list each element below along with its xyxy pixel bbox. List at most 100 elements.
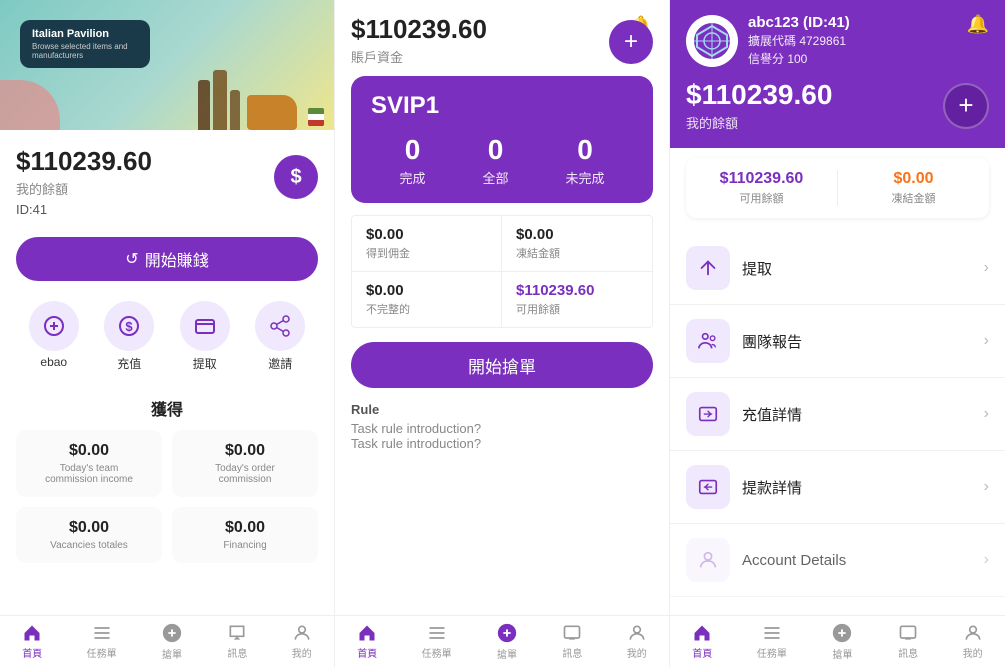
italian-pavilion-card: Italian Pavilion Browse selected items a… — [20, 20, 150, 68]
earn-order-desc: Today's order commission — [184, 463, 306, 485]
right-user-icon — [963, 623, 983, 643]
right-grab-icon — [831, 622, 853, 644]
withdraw-menu-arrow: › — [984, 259, 989, 277]
right-menu-recharge-detail[interactable]: 充值詳情 › — [670, 378, 1005, 451]
topup-label: 充值 — [117, 355, 141, 372]
start-earn-button[interactable]: ↺ 開始賺錢 — [16, 237, 318, 281]
card-icon — [193, 314, 217, 338]
account-details-menu-label: Account Details — [742, 552, 984, 569]
mid-nav-msg[interactable]: 訊息 — [562, 623, 582, 660]
left-nav-tasks[interactable]: 任務單 — [87, 623, 117, 660]
earn-vacancies-desc: Vacancies totales — [28, 540, 150, 551]
right-nav-profile[interactable]: 我的 — [963, 623, 983, 660]
right-balance-cards: $110239.60 可用餘額 $0.00 凍結金額 — [686, 158, 989, 218]
mid-plus-button[interactable]: + — [609, 20, 653, 64]
right-balance-label: 我的餘額 — [686, 113, 832, 132]
account-details-menu-arrow: › — [984, 551, 989, 569]
right-nav-tasks[interactable]: 任務單 — [757, 623, 787, 660]
right-frozen-amount: $0.00 — [838, 170, 989, 188]
svip-complete-num: 0 — [399, 134, 425, 166]
left-dollar-button[interactable]: $ — [274, 155, 318, 199]
mid-balance-group: $110239.60 賬戶資金 — [351, 14, 487, 66]
ebao-icon-circle — [29, 301, 79, 351]
right-menu-team-report[interactable]: 團隊報告 › — [670, 305, 1005, 378]
left-icon-ebao[interactable]: ebao — [29, 301, 79, 372]
right-available-amount: $110239.60 — [686, 170, 837, 188]
svip-complete-label: 完成 — [399, 168, 425, 187]
withdraw-detail-menu-arrow: › — [984, 478, 989, 496]
right-nav-home[interactable]: 首頁 — [692, 623, 712, 660]
rule-title: Rule — [351, 402, 653, 417]
mid-nav-tasks[interactable]: 任務單 — [422, 623, 452, 660]
banner-card-title: Italian Pavilion — [32, 28, 138, 40]
left-balance: $110239.60 — [16, 146, 318, 177]
withdraw-detail-icon — [697, 476, 719, 498]
banner-card-sub: Browse selected items and manufacturers — [32, 42, 138, 60]
mid-plus-icon: + — [624, 28, 638, 56]
svip-stat-all: 0 全部 — [482, 134, 508, 187]
user-icon — [292, 623, 312, 643]
svip-stat-complete: 0 完成 — [399, 134, 425, 187]
left-nav-msg[interactable]: 訊息 — [227, 623, 247, 660]
right-balance-row: $110239.60 我的餘額 + — [686, 79, 989, 132]
right-plus-button[interactable]: + — [943, 83, 989, 129]
right-nav-grab[interactable]: 搶單 — [831, 622, 853, 661]
mid-nav-profile[interactable]: 我的 — [627, 623, 647, 660]
right-username: abc123 (ID:41) — [748, 14, 989, 31]
earn-vacancies-amount: $0.00 — [28, 519, 150, 537]
mid-nav-grab[interactable]: 搶單 — [496, 622, 518, 661]
mid-nav-home[interactable]: 首頁 — [357, 623, 377, 660]
right-available-label: 可用餘額 — [686, 190, 837, 206]
withdraw-detail-menu-label: 提款詳情 — [742, 477, 984, 498]
account-details-menu-icon — [686, 538, 730, 582]
left-icon-withdraw[interactable]: 提取 — [180, 301, 230, 372]
share-icon — [268, 314, 292, 338]
right-menu-withdraw[interactable]: 提取 › — [670, 232, 1005, 305]
left-icon-invite[interactable]: 邀請 — [255, 301, 305, 372]
mid-balance-label: 賬戶資金 — [351, 47, 487, 66]
available-amount: $110239.60 — [516, 282, 638, 299]
commission-amount: $0.00 — [366, 226, 487, 243]
right-user-row: abc123 (ID:41) 擴展代碼 4729861 信譽分 100 — [686, 14, 989, 67]
svip-card: SVIP1 0 完成 0 全部 0 未完成 — [351, 76, 653, 203]
right-user-info: abc123 (ID:41) 擴展代碼 4729861 信譽分 100 — [748, 14, 989, 67]
left-nav-home[interactable]: 首頁 — [22, 623, 42, 660]
left-nav-grab[interactable]: 搶單 — [161, 622, 183, 661]
left-user-id: ID:41 — [16, 202, 318, 217]
ebao-label: ebao — [40, 355, 67, 369]
recharge-detail-menu-icon — [686, 392, 730, 436]
svg-text:$: $ — [126, 319, 134, 334]
left-icon-row: ebao $ 充值 提取 — [0, 293, 334, 388]
mid-user-icon — [627, 623, 647, 643]
earn-cards-row2: $0.00 Vacancies totales $0.00 Financing — [16, 507, 318, 563]
topup-icon-circle: $ — [104, 301, 154, 351]
mid-info-incomplete: $0.00 不完整的 — [352, 272, 502, 327]
withdraw-menu-label: 提取 — [742, 258, 984, 279]
grab-order-button[interactable]: 開始搶單 — [351, 342, 653, 388]
avatar-icon — [692, 21, 732, 61]
earn-title: 獲得 — [16, 396, 318, 420]
grab-icon — [161, 622, 183, 644]
earn-financing-desc: Financing — [184, 540, 306, 551]
right-nav-msg[interactable]: 訊息 — [898, 623, 918, 660]
earn-card-team: $0.00 Today's team commission income — [16, 430, 162, 497]
frozen-label: 凍結金額 — [516, 245, 638, 261]
home-icon — [22, 623, 42, 643]
right-menu-account-details[interactable]: Account Details › — [670, 524, 1005, 597]
start-earn-icon: ↺ — [125, 249, 138, 269]
svip-stats: 0 完成 0 全部 0 未完成 — [371, 134, 633, 187]
right-panel: 🔔 abc123 (ID:41) 擴展代碼 4729861 信譽分 100 — [670, 0, 1005, 667]
right-frozen-item: $0.00 凍結金額 — [838, 170, 989, 206]
right-menu-list: 提取 › 團隊報告 › 充值詳情 — [670, 228, 1005, 601]
right-menu-withdraw-detail[interactable]: 提款詳情 › — [670, 451, 1005, 524]
earn-card-vacancies: $0.00 Vacancies totales — [16, 507, 162, 563]
dollar-icon: $ — [290, 166, 301, 189]
earn-card-financing: $0.00 Financing — [172, 507, 318, 563]
left-bottom-nav: 首頁 任務單 搶單 訊息 我的 — [0, 615, 334, 667]
ebao-icon — [42, 314, 66, 338]
commission-label: 得到佣金 — [366, 245, 487, 261]
left-nav-profile[interactable]: 我的 — [292, 623, 312, 660]
withdraw-icon-circle — [180, 301, 230, 351]
team-report-menu-label: 團隊報告 — [742, 331, 984, 352]
left-icon-topup[interactable]: $ 充值 — [104, 301, 154, 372]
